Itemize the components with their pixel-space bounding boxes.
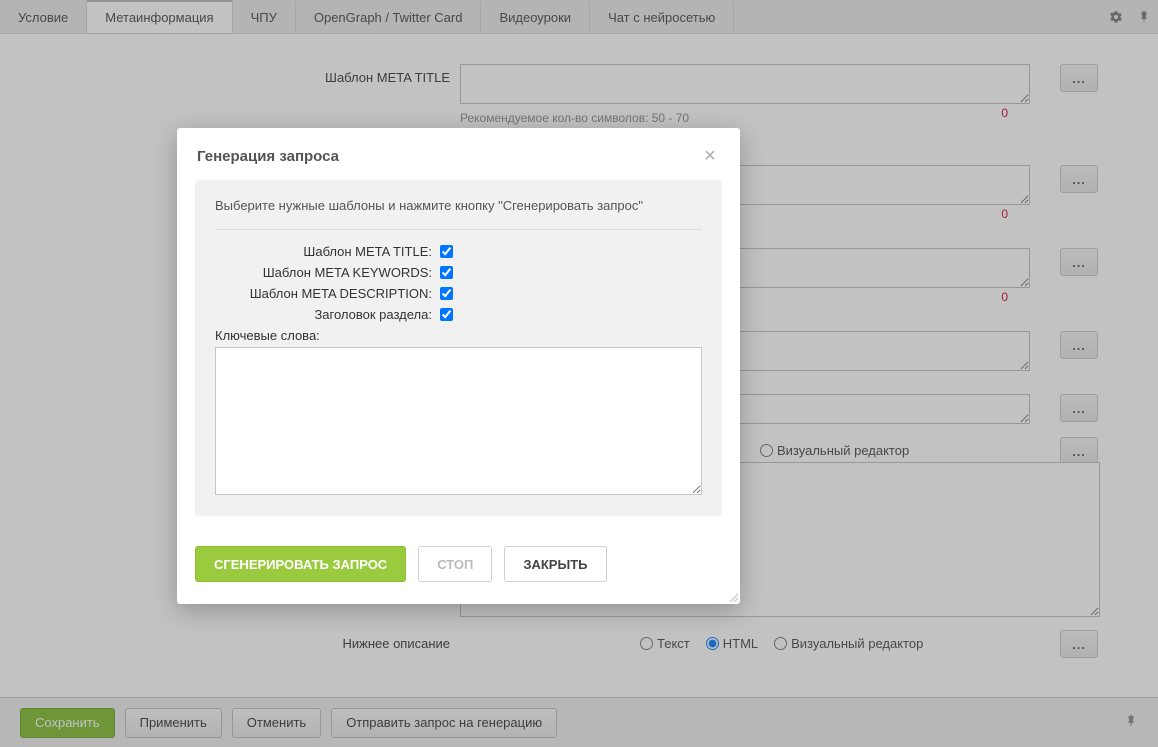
check-row-meta-title: Шаблон META TITLE: bbox=[215, 244, 702, 259]
check-row-meta-keywords: Шаблон META KEYWORDS: bbox=[215, 265, 702, 280]
check-meta-description[interactable] bbox=[440, 287, 453, 300]
stop-button[interactable]: СТОП bbox=[418, 546, 492, 582]
check-row-section-title: Заголовок раздела: bbox=[215, 307, 702, 322]
check-row-meta-description: Шаблон META DESCRIPTION: bbox=[215, 286, 702, 301]
check-label: Шаблон META DESCRIPTION: bbox=[215, 286, 440, 301]
close-button[interactable]: ЗАКРЫТЬ bbox=[504, 546, 606, 582]
check-section-title[interactable] bbox=[440, 308, 453, 321]
check-label: Шаблон META TITLE: bbox=[215, 244, 440, 259]
check-meta-keywords[interactable] bbox=[440, 266, 453, 279]
generate-button[interactable]: СГЕНЕРИРОВАТЬ ЗАПРОС bbox=[195, 546, 406, 582]
keywords-label: Ключевые слова: bbox=[215, 328, 702, 343]
modal-instruction: Выберите нужные шаблоны и нажмите кнопку… bbox=[215, 198, 702, 230]
modal-checks: Шаблон META TITLE: Шаблон META KEYWORDS:… bbox=[215, 244, 702, 322]
close-icon[interactable]: × bbox=[700, 146, 720, 166]
modal-title: Генерация запроса bbox=[197, 148, 339, 165]
check-meta-title[interactable] bbox=[440, 245, 453, 258]
check-label: Заголовок раздела: bbox=[215, 307, 440, 322]
check-label: Шаблон META KEYWORDS: bbox=[215, 265, 440, 280]
resize-handle-icon[interactable] bbox=[726, 590, 738, 602]
keywords-textarea[interactable] bbox=[215, 347, 702, 495]
modal-generate-request: Генерация запроса × Выберите нужные шабл… bbox=[177, 128, 740, 604]
